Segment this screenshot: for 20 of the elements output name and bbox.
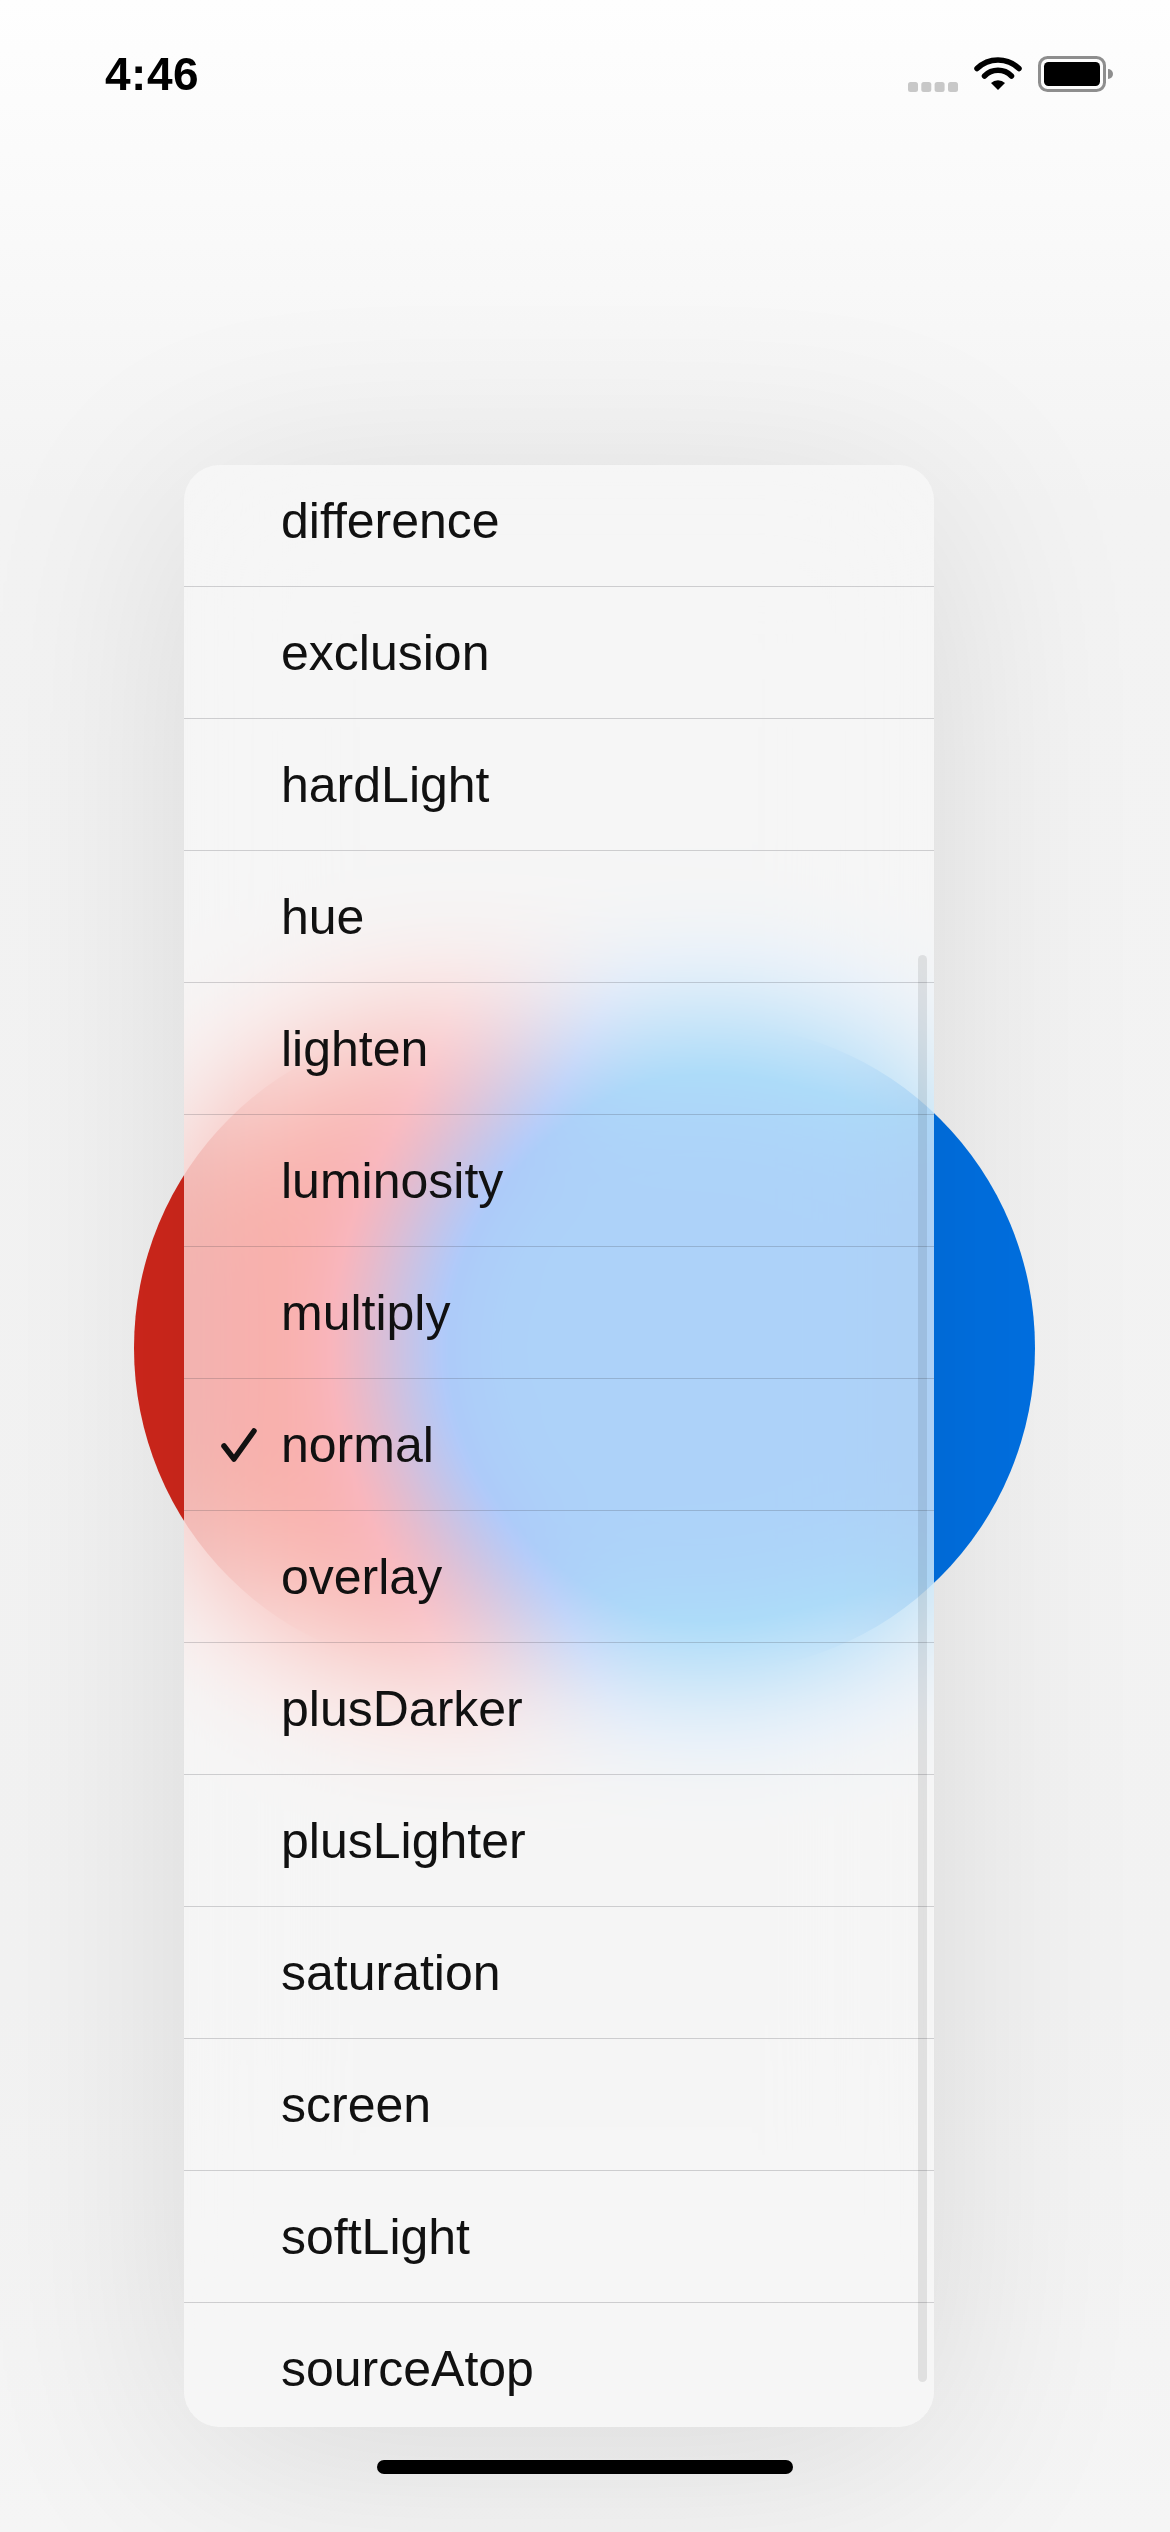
- menu-item[interactable]: lighten: [184, 983, 934, 1115]
- menu-item[interactable]: plusLighter: [184, 1775, 934, 1907]
- menu-item[interactable]: exclusion: [184, 587, 934, 719]
- menu-item[interactable]: difference: [184, 465, 934, 587]
- menu-item[interactable]: overlay: [184, 1511, 934, 1643]
- menu-item[interactable]: sourceAtop: [184, 2303, 934, 2427]
- menu-item[interactable]: hardLight: [184, 719, 934, 851]
- status-time: 4:46: [105, 47, 200, 101]
- battery-icon: [1038, 56, 1114, 92]
- menu-item[interactable]: plusDarker: [184, 1643, 934, 1775]
- menu-item[interactable]: luminosity: [184, 1115, 934, 1247]
- check-icon: [220, 1426, 258, 1463]
- menu-item[interactable]: multiply: [184, 1247, 934, 1379]
- menu-item[interactable]: softLight: [184, 2171, 934, 2303]
- wifi-icon: [974, 56, 1022, 92]
- signal-icon: [908, 82, 958, 92]
- menu-item[interactable]: screen: [184, 2039, 934, 2171]
- menu-item[interactable]: hue: [184, 851, 934, 983]
- menu-item[interactable]: normal: [184, 1379, 934, 1511]
- menu-item[interactable]: saturation: [184, 1907, 934, 2039]
